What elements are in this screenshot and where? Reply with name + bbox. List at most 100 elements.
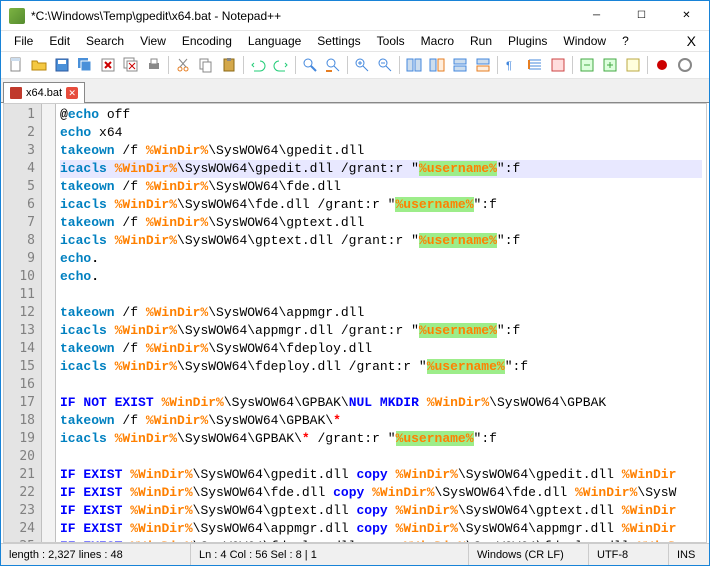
code-line[interactable]: icacls %WinDir%\SysWOW64\gptext.dll /gra…: [60, 232, 702, 250]
open-file-button[interactable]: [28, 54, 50, 76]
status-bar: length : 2,327 lines : 48 Ln : 4 Col : 5…: [1, 543, 709, 565]
status-eol[interactable]: Windows (CR LF): [469, 544, 589, 565]
menu-close-x[interactable]: X: [679, 33, 704, 49]
code-line[interactable]: takeown /f %WinDir%\SysWOW64\gpedit.dll: [60, 142, 702, 160]
menu-search[interactable]: Search: [78, 32, 132, 50]
window-controls: ─ ☐ ✕: [574, 1, 709, 31]
line-number: 18: [6, 412, 35, 430]
code-line[interactable]: IF EXIST %WinDir%\SysWOW64\gpedit.dll co…: [60, 466, 702, 484]
minimize-button[interactable]: ─: [574, 1, 619, 31]
code-line[interactable]: icacls %WinDir%\SysWOW64\GPBAK\* /grant:…: [60, 430, 702, 448]
menu-bar: File Edit Search View Encoding Language …: [1, 31, 709, 51]
close-all-button[interactable]: [120, 54, 142, 76]
menu-encoding[interactable]: Encoding: [174, 32, 240, 50]
status-position: Ln : 4 Col : 56 Sel : 8 | 1: [191, 544, 469, 565]
line-number: 3: [6, 142, 35, 160]
status-mode[interactable]: INS: [669, 544, 709, 565]
toolbar-separator: [168, 56, 169, 74]
code-line[interactable]: IF NOT EXIST %WinDir%\SysWOW64\GPBAK\NUL…: [60, 394, 702, 412]
code-area[interactable]: @echo offecho x64takeown /f %WinDir%\Sys…: [56, 104, 706, 542]
menu-window[interactable]: Window: [555, 32, 614, 50]
menu-language[interactable]: Language: [240, 32, 309, 50]
compare-button[interactable]: [449, 54, 471, 76]
line-number: 6: [6, 196, 35, 214]
code-line[interactable]: icacls %WinDir%\SysWOW64\appmgr.dll /gra…: [60, 322, 702, 340]
code-line[interactable]: takeown /f %WinDir%\SysWOW64\gptext.dll: [60, 214, 702, 232]
line-number: 23: [6, 502, 35, 520]
code-line[interactable]: takeown /f %WinDir%\SysWOW64\GPBAK\*: [60, 412, 702, 430]
zoom-out-button[interactable]: [374, 54, 396, 76]
line-number: 1: [6, 106, 35, 124]
code-line[interactable]: IF EXIST %WinDir%\SysWOW64\appmgr.dll co…: [60, 520, 702, 538]
line-number: 2: [6, 124, 35, 142]
window-title: *C:\Windows\Temp\gpedit\x64.bat - Notepa…: [31, 9, 574, 23]
code-line[interactable]: [60, 448, 702, 466]
undo-button[interactable]: [247, 54, 269, 76]
wrap-button[interactable]: [426, 54, 448, 76]
editor: 1234567891011121314151617181920212223242…: [3, 103, 707, 543]
line-number: 16: [6, 376, 35, 394]
new-file-button[interactable]: [5, 54, 27, 76]
compare2-button[interactable]: [472, 54, 494, 76]
toolbar-separator: [572, 56, 573, 74]
tab-close-icon[interactable]: ✕: [66, 87, 78, 99]
menu-macro[interactable]: Macro: [413, 32, 462, 50]
menu-settings[interactable]: Settings: [309, 32, 368, 50]
unfold-button[interactable]: [599, 54, 621, 76]
menu-view[interactable]: View: [132, 32, 174, 50]
ucase-button[interactable]: [547, 54, 569, 76]
code-line[interactable]: echo x64: [60, 124, 702, 142]
line-number: 19: [6, 430, 35, 448]
code-line[interactable]: icacls %WinDir%\SysWOW64\gpedit.dll /gra…: [60, 160, 702, 178]
close-file-button[interactable]: [97, 54, 119, 76]
code-line[interactable]: [60, 286, 702, 304]
status-encoding[interactable]: UTF-8: [589, 544, 669, 565]
line-number: 5: [6, 178, 35, 196]
code-line[interactable]: takeown /f %WinDir%\SysWOW64\fdeploy.dll: [60, 340, 702, 358]
tab-label: x64.bat: [26, 87, 62, 99]
hide-lines-button[interactable]: [622, 54, 644, 76]
replace-button[interactable]: [322, 54, 344, 76]
indent-guide-button[interactable]: [524, 54, 546, 76]
menu-help[interactable]: ?: [614, 32, 637, 50]
fold-button[interactable]: [576, 54, 598, 76]
code-line[interactable]: icacls %WinDir%\SysWOW64\fdeploy.dll /gr…: [60, 358, 702, 376]
line-number: 25: [6, 538, 35, 543]
menu-run[interactable]: Run: [462, 32, 500, 50]
save-all-button[interactable]: [74, 54, 96, 76]
toolbar-separator: [243, 56, 244, 74]
zoom-in-button[interactable]: [351, 54, 373, 76]
tab-x64bat[interactable]: x64.bat ✕: [3, 82, 85, 103]
redo-button[interactable]: [270, 54, 292, 76]
code-line[interactable]: icacls %WinDir%\SysWOW64\fde.dll /grant:…: [60, 196, 702, 214]
stop-button[interactable]: [674, 54, 696, 76]
menu-plugins[interactable]: Plugins: [500, 32, 555, 50]
menu-file[interactable]: File: [6, 32, 41, 50]
code-line[interactable]: IF EXIST %WinDir%\SysWOW64\fde.dll copy …: [60, 484, 702, 502]
copy-button[interactable]: [195, 54, 217, 76]
maximize-button[interactable]: ☐: [619, 1, 664, 31]
line-number: 12: [6, 304, 35, 322]
menu-edit[interactable]: Edit: [41, 32, 78, 50]
cut-button[interactable]: [172, 54, 194, 76]
close-button[interactable]: ✕: [664, 1, 709, 31]
code-line[interactable]: takeown /f %WinDir%\SysWOW64\appmgr.dll: [60, 304, 702, 322]
code-line[interactable]: [60, 376, 702, 394]
code-line[interactable]: IF EXIST %WinDir%\SysWOW64\gptext.dll co…: [60, 502, 702, 520]
code-line[interactable]: echo.: [60, 250, 702, 268]
code-line[interactable]: echo.: [60, 268, 702, 286]
code-line[interactable]: IF EXIST %WinDir%\SysWOW64\fdeploy.dll c…: [60, 538, 702, 542]
paste-button[interactable]: [218, 54, 240, 76]
show-chars-button[interactable]: ¶: [501, 54, 523, 76]
line-number: 8: [6, 232, 35, 250]
print-button[interactable]: [143, 54, 165, 76]
record-macro-button[interactable]: [651, 54, 673, 76]
code-line[interactable]: takeown /f %WinDir%\SysWOW64\fde.dll: [60, 178, 702, 196]
save-button[interactable]: [51, 54, 73, 76]
menu-tools[interactable]: Tools: [369, 32, 413, 50]
code-line[interactable]: @echo off: [60, 106, 702, 124]
sync-scroll-button[interactable]: [403, 54, 425, 76]
line-number-gutter: 1234567891011121314151617181920212223242…: [4, 104, 42, 542]
line-number: 22: [6, 484, 35, 502]
find-button[interactable]: [299, 54, 321, 76]
